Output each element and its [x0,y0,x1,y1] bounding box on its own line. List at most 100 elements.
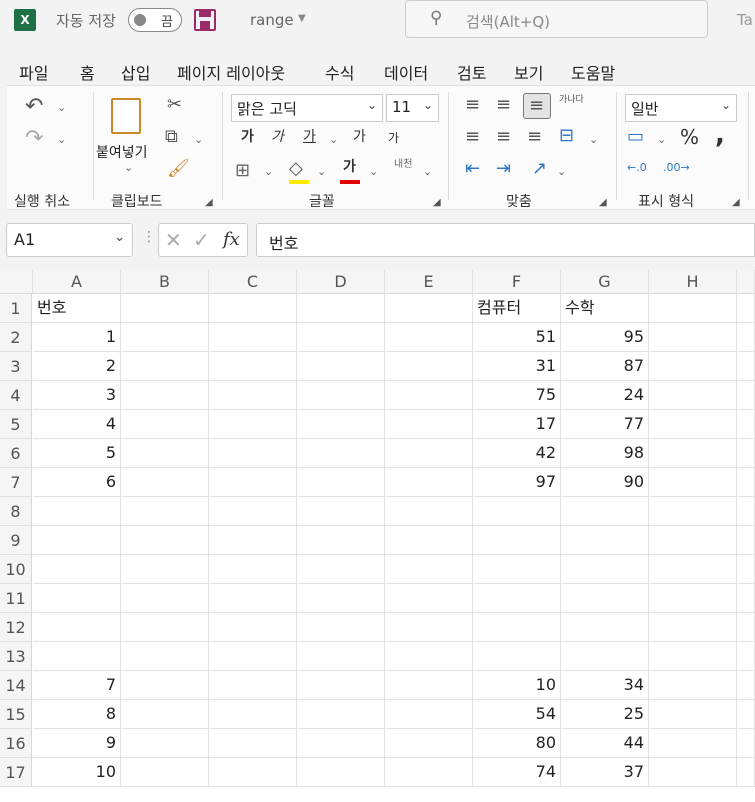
cell-g14[interactable]: 34 [561,671,649,700]
cell-b8[interactable] [121,497,209,526]
undo-icon[interactable]: ↶ [25,96,43,118]
row-header[interactable]: 14 [0,671,32,700]
cell-f7[interactable]: 97 [473,468,561,497]
cell-c5[interactable] [209,410,297,439]
cell-e1[interactable] [385,294,473,323]
row-header[interactable]: 9 [0,526,32,555]
cell-i12[interactable] [737,613,755,642]
font-color-dropdown-icon[interactable]: ⌄ [369,166,378,177]
cell-a16[interactable]: 9 [33,729,121,758]
cell-c12[interactable] [209,613,297,642]
paste-icon[interactable] [111,98,141,134]
cell-g10[interactable] [561,555,649,584]
cell-i16[interactable] [737,729,755,758]
cell-h12[interactable] [649,613,737,642]
cell-a15[interactable]: 8 [33,700,121,729]
formula-input[interactable]: 번호 [256,223,755,257]
paste-button[interactable]: 붙여넣기 [96,142,148,162]
cell-d10[interactable] [297,555,385,584]
cell-c13[interactable] [209,642,297,671]
cell-e10[interactable] [385,555,473,584]
cell-h16[interactable] [649,729,737,758]
row-header[interactable]: 4 [0,381,32,410]
cell-c15[interactable] [209,700,297,729]
redo-dropdown-icon[interactable]: ⌄ [57,134,66,145]
cell-b11[interactable] [121,584,209,613]
cell-d2[interactable] [297,323,385,352]
name-box[interactable]: A1 ⌄ [6,223,133,257]
cell-e15[interactable] [385,700,473,729]
cell-a10[interactable] [33,555,121,584]
cell-b10[interactable] [121,555,209,584]
cell-b2[interactable] [121,323,209,352]
cell-h10[interactable] [649,555,737,584]
cell-c17[interactable] [209,758,297,787]
cell-d3[interactable] [297,352,385,381]
copy-icon[interactable]: ⧉ [165,128,178,146]
font-size-select[interactable]: 11 ⌄ [386,94,439,122]
cancel-icon[interactable]: ✕ [165,228,182,252]
cell-g4[interactable]: 24 [561,381,649,410]
cell-d12[interactable] [297,613,385,642]
cell-a5[interactable]: 4 [33,410,121,439]
cell-c3[interactable] [209,352,297,381]
cell-e14[interactable] [385,671,473,700]
bold-button[interactable]: 가 [241,130,254,144]
cell-g3[interactable]: 87 [561,352,649,381]
cell-c4[interactable] [209,381,297,410]
row-header[interactable]: 17 [0,758,32,787]
row-header[interactable]: 13 [0,642,32,671]
cell-h11[interactable] [649,584,737,613]
column-header-a[interactable]: A [33,270,121,294]
cell-a6[interactable]: 5 [33,439,121,468]
cell-d5[interactable] [297,410,385,439]
cell-h7[interactable] [649,468,737,497]
cell-c7[interactable] [209,468,297,497]
row-header[interactable]: 11 [0,584,32,613]
tab-review[interactable]: 검토 [457,60,486,84]
cell-d14[interactable] [297,671,385,700]
cell-f2[interactable]: 51 [473,323,561,352]
user-name[interactable]: Ta [737,11,753,29]
cell-i5[interactable] [737,410,755,439]
phonetic-dropdown-icon[interactable]: ⌄ [423,166,432,177]
spreadsheet-grid[interactable]: A B C D E F G H 1 번호 컴퓨터 수학 2 1 51 95 3 2 31 87 4 3 75 24 5 4 17 77… [0,270,755,802]
copy-dropdown-icon[interactable]: ⌄ [194,134,203,145]
cell-e3[interactable] [385,352,473,381]
cell-g5[interactable]: 77 [561,410,649,439]
align-middle-icon[interactable]: ≡ [496,96,511,114]
cell-b14[interactable] [121,671,209,700]
cell-g9[interactable] [561,526,649,555]
cell-d15[interactable] [297,700,385,729]
increase-indent-icon[interactable]: ⇥ [496,160,511,178]
tab-page-layout[interactable]: 페이지 레이아웃 [177,60,285,84]
cut-icon[interactable]: ✂ [167,96,182,114]
increase-decimal-icon[interactable]: ←.0 [627,162,647,173]
cell-i3[interactable] [737,352,755,381]
wrap-text-button[interactable]: 가나다 [559,96,584,105]
row-header[interactable]: 3 [0,352,32,381]
paste-dropdown-icon[interactable]: ⌄ [124,162,133,173]
cell-f10[interactable] [473,555,561,584]
cell-e12[interactable] [385,613,473,642]
select-all-corner[interactable] [0,270,33,294]
cell-g6[interactable]: 98 [561,439,649,468]
cell-g8[interactable] [561,497,649,526]
cell-d11[interactable] [297,584,385,613]
align-center-icon[interactable]: ≡ [496,128,511,146]
cell-g13[interactable] [561,642,649,671]
cell-f9[interactable] [473,526,561,555]
cell-c11[interactable] [209,584,297,613]
cell-a14[interactable]: 7 [33,671,121,700]
cell-h5[interactable] [649,410,737,439]
align-left-icon[interactable]: ≡ [465,128,480,146]
cell-g12[interactable] [561,613,649,642]
cell-b17[interactable] [121,758,209,787]
chevron-down-icon[interactable]: ▼ [298,13,306,24]
currency-dropdown-icon[interactable]: ⌄ [657,134,666,145]
row-header[interactable]: 8 [0,497,32,526]
cell-h3[interactable] [649,352,737,381]
number-launcher-icon[interactable]: ◢ [732,197,740,208]
cell-e5[interactable] [385,410,473,439]
tab-file[interactable]: 파일 [19,60,48,84]
